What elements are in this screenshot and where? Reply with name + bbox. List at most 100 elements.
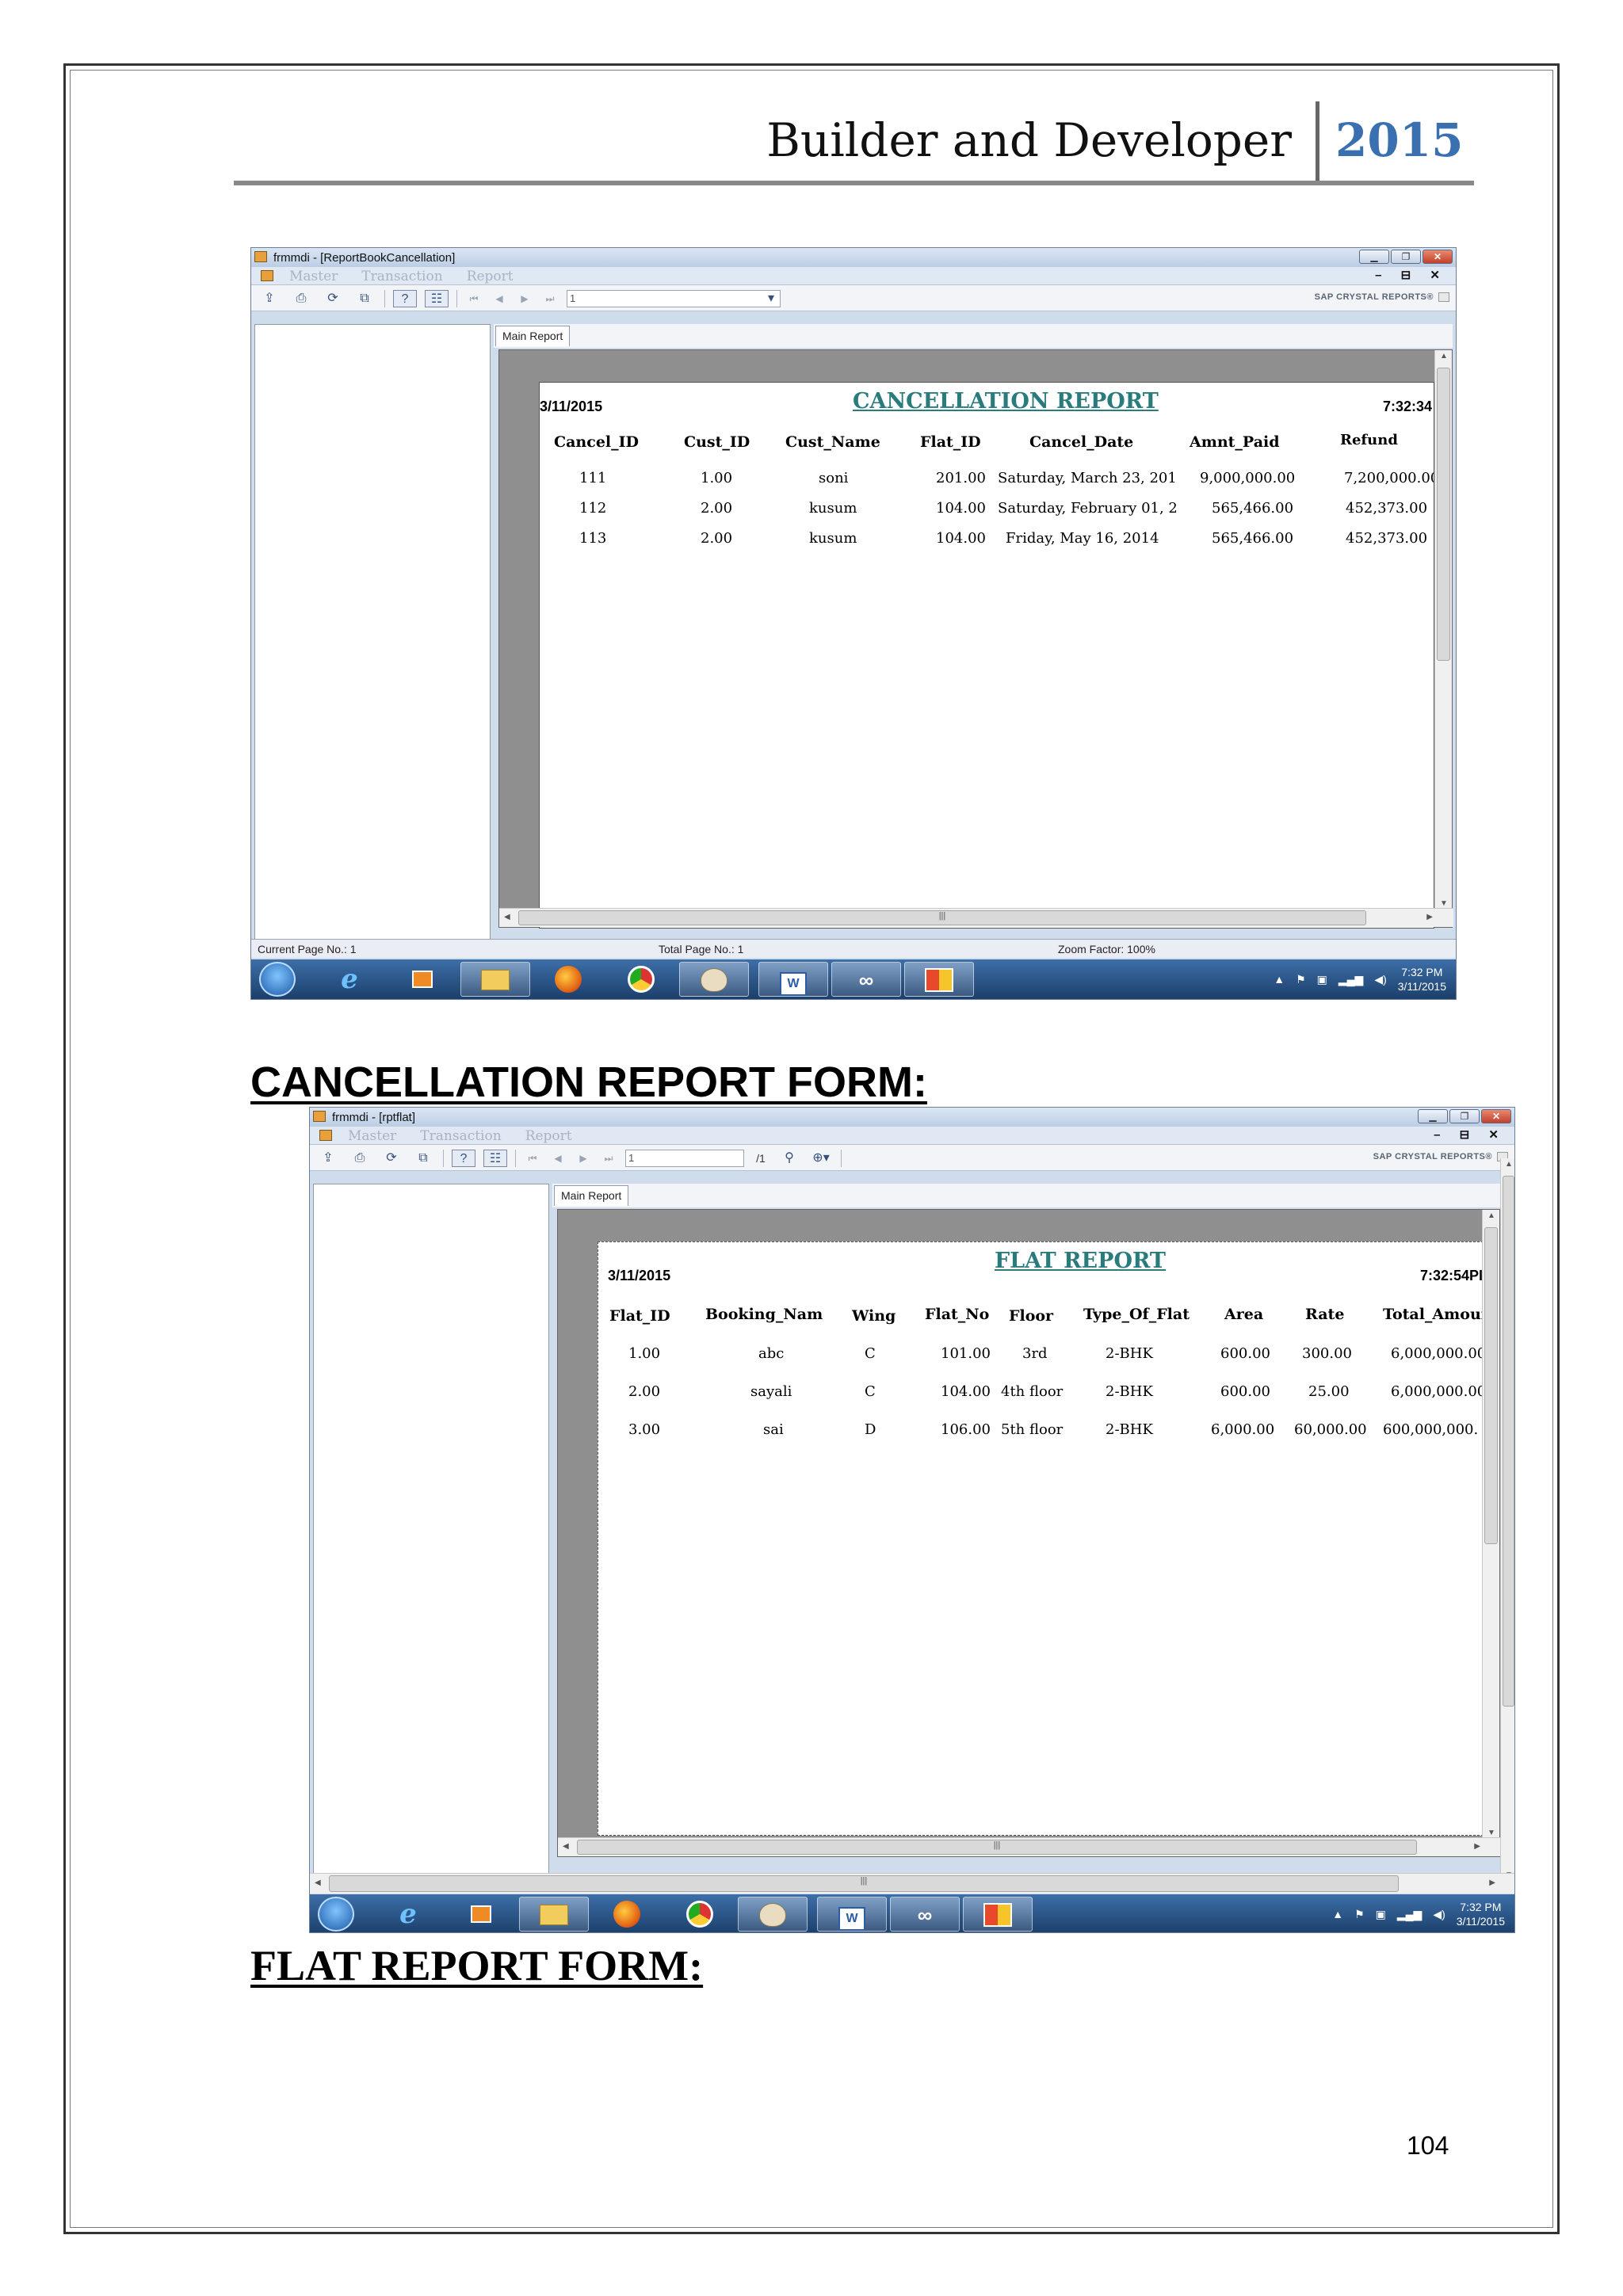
group-tree-pane[interactable] [254,324,491,944]
taskbar-clock[interactable]: 7:32 PM 3/11/2015 [1398,965,1446,994]
start-button[interactable] [259,962,296,997]
column-header: Cancel_Date [1029,433,1134,451]
scrollbar-thumb[interactable]: ||| [577,1840,1417,1855]
action-center-icon[interactable]: ⚑ [1296,973,1306,986]
menu-report[interactable]: Report [467,269,514,284]
scroll-right-icon[interactable]: ▶ [1426,913,1433,921]
file-explorer-icon[interactable] [519,1897,589,1932]
dropdown-arrow-icon[interactable]: ▾ [765,290,777,307]
previous-page-icon[interactable]: ◀ [549,1153,567,1164]
first-page-icon[interactable]: ⏮ [465,293,483,305]
zoom-icon[interactable]: ⊕▾ [809,1150,833,1167]
tab-main-report[interactable]: Main Report [495,326,571,346]
scroll-left-icon[interactable]: ◀ [563,1842,569,1851]
page-number-input[interactable]: 1 [567,290,781,307]
copy-icon[interactable]: ⧉ [411,1150,435,1167]
file-explorer-icon[interactable] [460,962,530,997]
print-icon[interactable]: ⎙ [289,290,313,307]
visual-studio-icon[interactable]: ∞ [890,1897,960,1932]
taskbar-clock[interactable]: 7:32 PM 3/11/2015 [1457,1900,1505,1928]
find-icon[interactable]: ⚲ [777,1150,801,1167]
start-button[interactable] [318,1897,354,1932]
last-page-icon[interactable]: ⏭ [541,293,559,305]
network-icon[interactable]: ▂▄▆ [1397,1908,1422,1921]
close-button[interactable]: ✕ [1423,250,1453,264]
menu-master[interactable]: Master [289,269,338,284]
horizontal-scrollbar[interactable]: ◀ ||| ▶ [558,1837,1501,1856]
chrome-icon[interactable] [606,962,676,997]
help-icon[interactable]: ? [393,290,417,307]
word-icon[interactable]: W [758,962,828,997]
last-page-icon[interactable]: ⏭ [600,1153,617,1165]
firefox-icon[interactable] [533,962,603,997]
network-icon[interactable]: ▂▄▆ [1338,973,1363,986]
scroll-down-icon[interactable]: ▼ [1440,899,1448,908]
volume-icon[interactable]: ◀) [1433,1908,1445,1921]
close-button[interactable]: ✕ [1481,1109,1511,1123]
print-icon[interactable]: ⎙ [348,1150,372,1167]
first-page-icon[interactable]: ⏮ [524,1153,541,1165]
app-window-icon[interactable] [963,1897,1033,1932]
scrollbar-thumb[interactable] [1437,368,1450,661]
scroll-up-icon[interactable]: ▲ [1440,352,1448,360]
outer-vertical-scrollbar[interactable]: ▲ ▼ [1500,1158,1514,1881]
device-icon[interactable]: ▣ [1376,1908,1386,1921]
export-icon[interactable]: ⇪ [258,290,281,307]
horizontal-scrollbar[interactable]: ◀ ||| ▶ [499,908,1453,927]
volume-icon[interactable]: ◀) [1374,973,1386,986]
scroll-left-icon[interactable]: ◀ [315,1878,321,1887]
status-bar: Current Page No.: 1 Total Page No.: 1 Zo… [251,939,1456,958]
maximize-button[interactable]: ❐ [1449,1109,1480,1123]
minimize-button[interactable]: ▁ [1418,1109,1448,1123]
page-number-input[interactable]: 1 [625,1150,744,1167]
scrollbar-thumb[interactable]: ||| [518,910,1366,925]
group-tree-icon[interactable]: ☷ [483,1150,507,1167]
scroll-up-icon[interactable]: ▲ [1487,1211,1495,1220]
internet-explorer-icon[interactable]: e [373,1897,443,1932]
tray-arrow-icon[interactable]: ▲ [1274,973,1285,986]
help-icon[interactable]: ? [452,1150,475,1167]
previous-page-icon[interactable]: ◀ [491,293,508,304]
minimize-button[interactable]: ▁ [1359,250,1389,264]
scroll-right-icon[interactable]: ▶ [1474,1842,1480,1851]
scrollbar-thumb[interactable] [1484,1227,1498,1544]
refresh-icon[interactable]: ⟳ [380,1150,403,1167]
media-player-icon[interactable] [446,1897,516,1932]
tab-main-report[interactable]: Main Report [554,1185,629,1206]
internet-explorer-icon[interactable]: e [315,962,384,997]
device-icon[interactable]: ▣ [1317,973,1327,986]
action-center-icon[interactable]: ⚑ [1354,1908,1365,1921]
export-icon[interactable]: ⇪ [316,1150,340,1167]
chrome-icon[interactable] [665,1897,735,1932]
vertical-scrollbar[interactable]: ▲ ▼ [1434,350,1452,910]
scroll-up-icon[interactable]: ▲ [1505,1160,1513,1169]
mdi-child-controls[interactable]: – ⊟ ✕ [1434,1127,1507,1142]
group-tree-icon[interactable]: ☷ [425,290,449,307]
scroll-down-icon[interactable]: ▼ [1487,1829,1495,1837]
next-page-icon[interactable]: ▶ [516,293,533,304]
tray-arrow-icon[interactable]: ▲ [1332,1908,1343,1920]
scroll-left-icon[interactable]: ◀ [504,913,510,921]
scrollbar-thumb[interactable]: ||| [329,1875,1399,1892]
menu-transaction[interactable]: Transaction [420,1128,501,1144]
group-tree-pane[interactable] [313,1184,549,1881]
mdi-child-controls[interactable]: – ⊟ ✕ [1375,268,1448,282]
menu-transaction[interactable]: Transaction [361,269,442,284]
firefox-icon[interactable] [592,1897,662,1932]
scroll-right-icon[interactable]: ▶ [1489,1878,1495,1887]
scrollbar-thumb[interactable] [1503,1176,1514,1707]
vertical-scrollbar[interactable]: ▲ ▼ [1482,1210,1499,1839]
app-window-icon[interactable] [904,962,974,997]
paint-icon[interactable] [738,1897,808,1932]
maximize-button[interactable]: ❐ [1391,250,1421,264]
refresh-icon[interactable]: ⟳ [321,290,345,307]
visual-studio-icon[interactable]: ∞ [831,962,901,997]
copy-icon[interactable]: ⧉ [353,290,376,307]
menu-master[interactable]: Master [348,1128,396,1144]
word-icon[interactable]: W [817,1897,887,1932]
paint-icon[interactable] [679,962,749,997]
next-page-icon[interactable]: ▶ [575,1153,592,1164]
outer-horizontal-scrollbar[interactable]: ◀ ||| ▶ [310,1873,1514,1894]
menu-report[interactable]: Report [525,1128,572,1144]
media-player-icon[interactable] [388,962,457,997]
